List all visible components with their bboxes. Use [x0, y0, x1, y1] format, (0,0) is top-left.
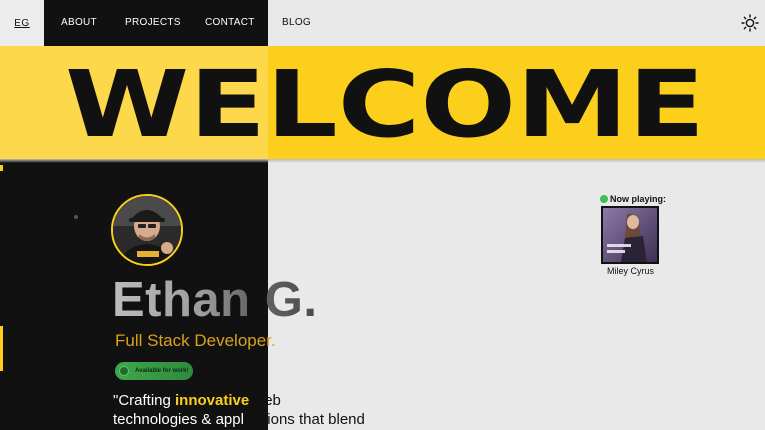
- nav-contact[interactable]: CONTACT: [205, 17, 255, 28]
- profile-name: Ethan G.: [112, 273, 318, 327]
- welcome-title: WELCOME: [65, 56, 705, 148]
- nav-about[interactable]: ABOUT: [61, 17, 97, 28]
- svg-text:WELCOME: WELCOME: [65, 56, 705, 148]
- tagline-highlight: innovative: [175, 392, 250, 409]
- logo-text: EG: [14, 17, 30, 29]
- artist-name: Miley Cyrus: [607, 266, 655, 276]
- tagline: "Crafting innovative web technologies & …: [113, 391, 413, 429]
- status-text: Available for work!: [135, 368, 189, 374]
- sun-icon[interactable]: [740, 13, 760, 33]
- top-navigation: EG ABOUT PROJECTS CONTACT BLOG: [0, 0, 765, 46]
- avatar: [111, 194, 183, 266]
- album-art[interactable]: [601, 206, 659, 264]
- tagline-text: ications that blend: [243, 411, 365, 428]
- status-badge: Available for work!: [115, 362, 193, 380]
- nav-blog[interactable]: BLOG: [282, 17, 311, 28]
- status-indicator-icon: [119, 366, 129, 376]
- tagline-text: technologies & appl: [113, 411, 244, 428]
- banner-shadow: [0, 159, 765, 163]
- now-playing-label: Now playing:: [600, 194, 666, 204]
- accent-bar: [0, 326, 3, 371]
- profile-role: Full Stack Developer.: [115, 331, 276, 350]
- now-playing-text: Now playing:: [610, 194, 666, 204]
- tagline-text: web: [249, 392, 281, 409]
- decorative-dot: [74, 215, 78, 219]
- logo-link[interactable]: EG: [0, 0, 44, 46]
- nav-projects[interactable]: PROJECTS: [125, 17, 181, 28]
- tagline-text: "Crafting: [113, 392, 176, 409]
- welcome-banner: WELCOME: [0, 46, 765, 159]
- accent-bar: [0, 165, 3, 171]
- spotify-icon: [600, 195, 608, 203]
